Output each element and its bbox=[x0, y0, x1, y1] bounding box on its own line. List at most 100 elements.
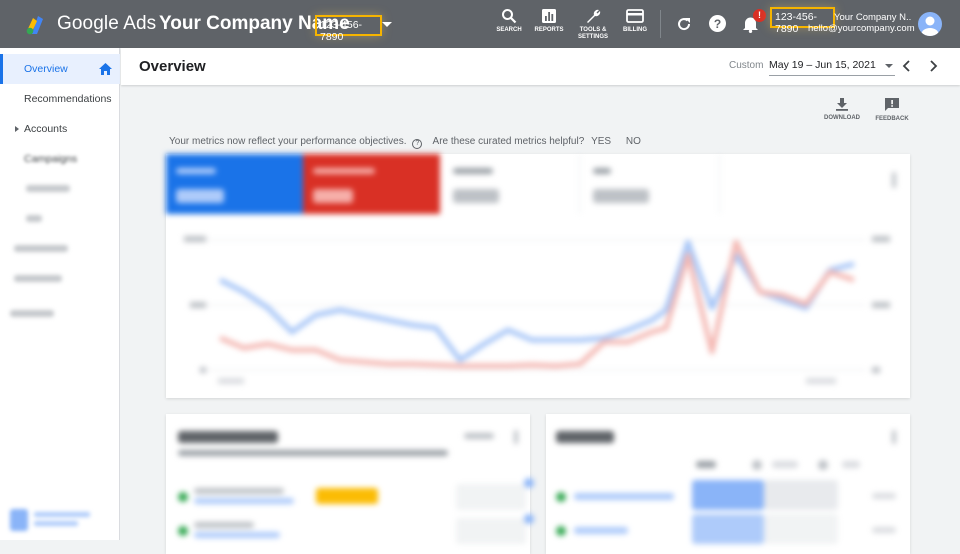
series-line-blue bbox=[218, 239, 855, 363]
account-name: Your Company N... bbox=[834, 12, 912, 23]
credit-card-icon bbox=[626, 9, 644, 23]
download-icon bbox=[836, 98, 848, 111]
sidebar-item-label: Recommendations bbox=[24, 93, 112, 105]
help-icon[interactable]: ? bbox=[708, 14, 727, 33]
download-label: DOWNLOAD bbox=[824, 115, 860, 121]
performance-card bbox=[166, 154, 910, 398]
metrics-no-button[interactable]: NO bbox=[626, 136, 641, 147]
value-cell bbox=[764, 480, 838, 510]
account-link-placeholder[interactable] bbox=[574, 527, 628, 534]
sidebar-blurred-item bbox=[10, 310, 54, 317]
date-range-underline bbox=[769, 75, 895, 76]
value-cell bbox=[456, 484, 526, 510]
more-options-icon[interactable] bbox=[892, 172, 896, 188]
metrics-notice-text: Your metrics now reflect your performanc… bbox=[169, 136, 407, 147]
sidebar-item-campaigns[interactable]: Campaigns bbox=[0, 144, 120, 174]
sidebar-item-label: Overview bbox=[24, 63, 68, 75]
previous-period-chevron-icon[interactable] bbox=[902, 60, 912, 72]
metrics-feedback-question: Are these curated metrics helpful? bbox=[432, 136, 585, 147]
billing-tool-button[interactable]: BILLING bbox=[621, 8, 649, 34]
info-dot-icon bbox=[524, 478, 534, 488]
account-link-placeholder[interactable] bbox=[574, 493, 674, 500]
metric-tile-label bbox=[593, 168, 611, 174]
chart-date-label bbox=[806, 378, 836, 384]
accounts-card-blurred-content bbox=[546, 414, 910, 554]
value-placeholder bbox=[872, 493, 896, 499]
user-avatar[interactable] bbox=[918, 12, 942, 36]
card-title-placeholder bbox=[556, 431, 614, 443]
reports-tool-button[interactable]: REPORTS bbox=[533, 8, 565, 34]
person-icon bbox=[921, 16, 939, 36]
row-link-placeholder[interactable] bbox=[194, 498, 294, 504]
highlighted-cell bbox=[692, 480, 764, 510]
metric-tile-blue[interactable] bbox=[166, 154, 303, 214]
notification-badge: ! bbox=[753, 9, 766, 22]
wrench-icon bbox=[587, 9, 601, 23]
column-header-placeholder bbox=[696, 461, 716, 468]
biggest-changes-card-blurred-content bbox=[166, 414, 534, 554]
sidebar-item-accounts[interactable]: Accounts bbox=[0, 114, 120, 144]
chart-axis-label bbox=[200, 367, 206, 373]
more-options-icon[interactable] bbox=[892, 430, 896, 444]
account-email: hello@yourcompany.com bbox=[808, 23, 915, 34]
billing-tool-label: BILLING bbox=[623, 27, 647, 33]
metric-tile-red[interactable] bbox=[303, 154, 440, 214]
status-dot-icon bbox=[556, 526, 566, 536]
feedback-button[interactable]: FEEDBACK bbox=[873, 97, 911, 122]
accounts-card bbox=[546, 414, 910, 554]
search-icon bbox=[502, 9, 517, 24]
help-circle-icon[interactable]: ? bbox=[412, 139, 423, 149]
column-info-icon bbox=[818, 460, 828, 470]
sidebar-blurred-item bbox=[14, 245, 68, 252]
expand-arrow-icon bbox=[15, 126, 19, 132]
metric-tile-value bbox=[453, 189, 499, 203]
sidebar: Overview Recommendations Accounts Campai… bbox=[0, 48, 120, 540]
sidebar-item-label: Campaigns bbox=[24, 153, 78, 165]
date-range-selector[interactable]: May 19 – Jun 15, 2021 bbox=[769, 59, 876, 71]
row-label-placeholder bbox=[194, 522, 254, 528]
tools-settings-button[interactable]: TOOLS & SETTINGS bbox=[576, 8, 610, 41]
date-dropdown-caret-icon[interactable] bbox=[885, 64, 893, 68]
status-dot-icon bbox=[178, 526, 188, 536]
card-filter-placeholder[interactable] bbox=[464, 433, 494, 439]
metrics-yes-button[interactable]: YES bbox=[591, 136, 611, 147]
company-logo-blurred bbox=[8, 507, 96, 533]
metric-tile-value bbox=[313, 189, 353, 203]
date-range-type: Custom bbox=[729, 60, 764, 71]
column-info-icon bbox=[752, 460, 762, 470]
metrics-notice: Your metrics now reflect your performanc… bbox=[169, 136, 641, 149]
account-switcher-caret-icon[interactable] bbox=[382, 22, 392, 27]
toolbar-divider bbox=[660, 10, 661, 38]
more-options-icon[interactable] bbox=[514, 430, 518, 444]
row-label-placeholder bbox=[194, 488, 284, 494]
feedback-icon bbox=[885, 98, 899, 111]
metric-tile-gray[interactable] bbox=[443, 154, 580, 214]
value-placeholder bbox=[872, 527, 896, 533]
search-tool-label: SEARCH bbox=[496, 27, 522, 33]
chart-axis-label bbox=[190, 302, 206, 308]
download-button[interactable]: DOWNLOAD bbox=[823, 97, 861, 121]
value-cell bbox=[456, 518, 526, 544]
feedback-label: FEEDBACK bbox=[875, 116, 909, 122]
biggest-changes-card bbox=[166, 414, 534, 554]
metric-tile-label bbox=[176, 168, 216, 174]
search-tool-button[interactable]: SEARCH bbox=[496, 8, 522, 34]
row-link-placeholder[interactable] bbox=[194, 532, 280, 538]
sidebar-item-recommendations[interactable]: Recommendations bbox=[0, 84, 120, 114]
column-header-placeholder bbox=[842, 461, 860, 468]
sidebar-item-label: Accounts bbox=[24, 123, 68, 135]
sidebar-item-overview[interactable]: Overview bbox=[0, 54, 120, 84]
metric-tile-label bbox=[453, 168, 493, 174]
sidebar-blurred-item bbox=[14, 275, 62, 282]
metric-tile-value bbox=[176, 189, 224, 203]
page-header: Overview Custom May 19 – Jun 15, 2021 bbox=[121, 48, 960, 85]
chart-axis-label bbox=[872, 236, 890, 242]
card-title-placeholder bbox=[178, 431, 278, 443]
metric-tile-gray[interactable] bbox=[583, 154, 720, 214]
status-dot-icon bbox=[556, 492, 566, 502]
next-period-chevron-icon[interactable] bbox=[928, 60, 938, 72]
reports-tool-label: REPORTS bbox=[534, 27, 564, 33]
refresh-icon[interactable] bbox=[675, 15, 693, 33]
performance-line-chart bbox=[184, 236, 890, 384]
google-ads-logo[interactable] bbox=[24, 12, 48, 36]
